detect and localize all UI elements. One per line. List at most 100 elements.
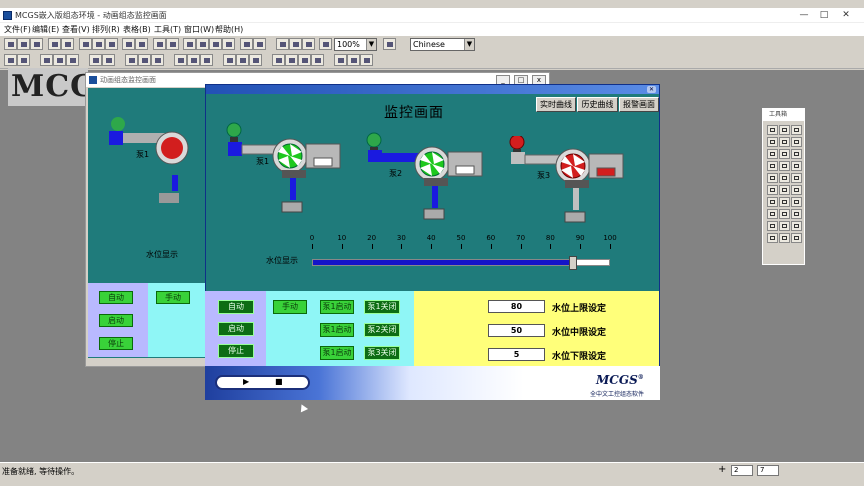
mirror-icon[interactable] <box>209 38 222 50</box>
close-button[interactable]: ✕ <box>836 9 856 21</box>
menu-arrange[interactable]: 排列(R) <box>92 24 120 35</box>
rotate-icon[interactable] <box>183 38 196 50</box>
menu-table[interactable]: 表格(B) <box>123 24 151 35</box>
copy-icon[interactable] <box>92 38 105 50</box>
pump-1-graphic[interactable] <box>222 122 347 222</box>
combo-tool-icon[interactable] <box>791 185 802 195</box>
radio-tool-icon[interactable] <box>791 209 802 219</box>
bitmap-tool-icon[interactable] <box>767 161 778 171</box>
window-icon[interactable] <box>276 38 289 50</box>
group-icon[interactable] <box>166 38 179 50</box>
order-icon[interactable] <box>360 54 373 66</box>
pump3-stop-button[interactable]: 泵3关闭 <box>364 346 400 360</box>
align-left-icon[interactable] <box>125 54 138 66</box>
lock-icon[interactable] <box>334 54 347 66</box>
middle-limit-input[interactable]: 50 <box>488 324 545 337</box>
arc-tool-icon[interactable] <box>791 125 802 135</box>
flip-icon[interactable] <box>196 38 209 50</box>
language-select[interactable]: Chinese ▼ <box>410 38 475 51</box>
device-icon[interactable] <box>289 38 302 50</box>
back-auto-button[interactable]: 自动 <box>99 291 133 304</box>
menu-edit[interactable]: 编辑(E) <box>32 24 59 35</box>
pointer-tool-icon[interactable] <box>767 125 778 135</box>
meter-tool-icon[interactable] <box>779 197 790 207</box>
input-tool-icon[interactable] <box>779 173 790 183</box>
pump1-start-button[interactable]: 泵1启动 <box>320 300 354 314</box>
center-h-icon[interactable] <box>298 54 311 66</box>
history-curve-button[interactable]: 历史曲线 <box>577 97 618 112</box>
maximize-button[interactable]: □ <box>814 9 834 21</box>
alarm-screen-button[interactable]: 报警画面 <box>619 97 659 112</box>
stop-button[interactable]: 停止 <box>218 344 254 358</box>
realtime-curve-button[interactable]: 实时曲线 <box>536 97 576 112</box>
pump3-start-button[interactable]: 泵1启动 <box>320 346 354 360</box>
same-height-icon[interactable] <box>236 54 249 66</box>
polygon-tool-icon[interactable] <box>767 149 778 159</box>
close-icon[interactable]: ✕ <box>647 86 656 93</box>
v-space-icon[interactable] <box>285 54 298 66</box>
menu-window[interactable]: 窗口(W) <box>184 24 214 35</box>
line-tool-icon[interactable] <box>779 125 790 135</box>
align-icon[interactable] <box>240 38 253 50</box>
table-tool-icon[interactable] <box>779 209 790 219</box>
tree-tool-icon[interactable] <box>791 221 802 231</box>
new-icon[interactable] <box>4 38 17 50</box>
record-tool-icon[interactable] <box>767 221 778 231</box>
upper-limit-input[interactable]: 80 <box>488 300 545 313</box>
button-tool-icon[interactable] <box>767 173 778 183</box>
font-icon[interactable] <box>383 38 396 50</box>
pump1-stop-button[interactable]: 泵1关闭 <box>364 300 400 314</box>
label-tool-icon[interactable] <box>779 161 790 171</box>
align-center-icon[interactable] <box>138 54 151 66</box>
align-right-icon[interactable] <box>151 54 164 66</box>
preview-icon[interactable] <box>61 38 74 50</box>
tools-icon[interactable] <box>153 38 166 50</box>
center-v-icon[interactable] <box>311 54 324 66</box>
grid-icon[interactable] <box>253 38 266 50</box>
rotate-tool-icon[interactable] <box>767 185 778 195</box>
open-icon[interactable] <box>17 38 30 50</box>
redo-icon[interactable] <box>135 38 148 50</box>
paste-icon[interactable] <box>105 38 118 50</box>
menu-view[interactable]: 查看(V) <box>62 24 90 35</box>
menu-tools[interactable]: 工具(T) <box>154 24 181 35</box>
check-tool-icon[interactable] <box>791 197 802 207</box>
text-tool-icon[interactable] <box>779 149 790 159</box>
image-tool-icon[interactable] <box>767 233 778 243</box>
rect-tool-icon[interactable] <box>767 137 778 147</box>
level-slider[interactable] <box>312 256 610 270</box>
stop-icon[interactable]: ■ <box>275 377 283 386</box>
layer-icon[interactable] <box>222 38 235 50</box>
pump-3-graphic[interactable] <box>505 136 630 231</box>
pump2-start-button[interactable]: 泵1启动 <box>320 323 354 337</box>
round-rect-tool-icon[interactable] <box>779 137 790 147</box>
minimize-button[interactable]: — <box>794 9 814 21</box>
menu-help[interactable]: 帮助(H) <box>215 24 243 35</box>
chart-tool-icon[interactable] <box>791 161 802 171</box>
pump2-stop-button[interactable]: 泵2关闭 <box>364 323 400 337</box>
report-tool-icon[interactable] <box>791 233 802 243</box>
unlock-icon[interactable] <box>347 54 360 66</box>
align-top-icon[interactable] <box>174 54 187 66</box>
pump-2-graphic[interactable] <box>362 132 487 227</box>
data-icon[interactable] <box>302 38 315 50</box>
same-size-icon[interactable] <box>249 54 262 66</box>
frame-tool-icon[interactable] <box>767 197 778 207</box>
level-slider-thumb[interactable] <box>569 256 578 270</box>
menu-file[interactable]: 文件(F) <box>4 24 31 35</box>
player-control[interactable]: ▶ ■ <box>215 375 310 390</box>
fill-color-icon[interactable] <box>40 54 53 66</box>
slider-tool-icon[interactable] <box>791 173 802 183</box>
h-space-icon[interactable] <box>272 54 285 66</box>
bold-icon[interactable] <box>4 54 17 66</box>
start-button[interactable]: 启动 <box>218 322 254 336</box>
same-width-icon[interactable] <box>223 54 236 66</box>
zoom-select[interactable]: 100% ▼ <box>334 38 377 51</box>
clip-tool-icon[interactable] <box>779 233 790 243</box>
auto-button[interactable]: 自动 <box>218 300 254 314</box>
list-tool-icon[interactable] <box>779 185 790 195</box>
align-middle-icon[interactable] <box>187 54 200 66</box>
line-color-icon[interactable] <box>53 54 66 66</box>
lower-limit-input[interactable]: 5 <box>488 348 545 361</box>
play-icon[interactable]: ▶ <box>243 377 249 386</box>
